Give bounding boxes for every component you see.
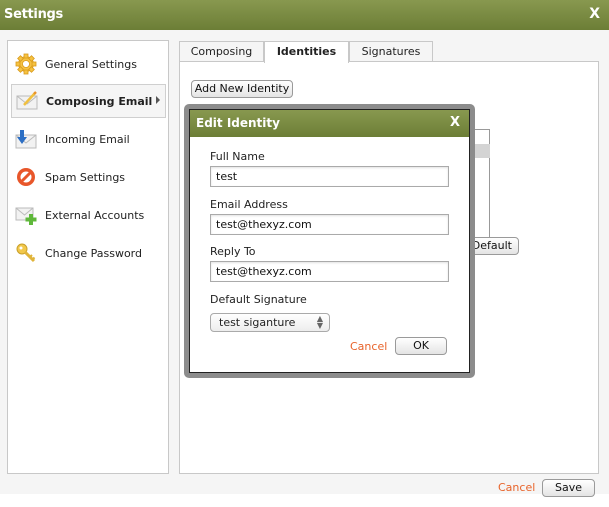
add-new-identity-button[interactable]: Add New Identity — [191, 80, 293, 98]
dialog-title: Edit Identity — [196, 116, 280, 130]
reply-to-label: Reply To — [210, 245, 256, 258]
compose-email-icon — [16, 90, 38, 112]
sidebar-item-change-password[interactable]: Change Password — [11, 236, 166, 270]
reply-to-input[interactable] — [210, 261, 449, 282]
chevron-right-icon — [156, 96, 160, 104]
full-name-input[interactable] — [210, 166, 449, 187]
sidebar-item-label: Incoming Email — [45, 132, 130, 146]
sidebar-item-external-accounts[interactable]: External Accounts — [11, 198, 166, 232]
sidebar-item-general-settings[interactable]: General Settings — [11, 47, 166, 81]
edit-identity-dialog-frame: Edit Identity X Full Name Email Address … — [184, 104, 475, 378]
sidebar-item-label: Composing Email — [46, 94, 153, 108]
no-entry-icon — [15, 166, 37, 188]
select-arrows-icon: ▲ ▼ — [316, 314, 323, 330]
email-address-label: Email Address — [210, 198, 288, 211]
sidebar-item-label: Change Password — [45, 246, 142, 260]
default-signature-select[interactable]: test siganture ▲ ▼ — [210, 313, 330, 332]
full-name-label: Full Name — [210, 150, 265, 163]
dialog-cancel-link[interactable]: Cancel — [350, 340, 387, 353]
edit-identity-dialog: Edit Identity X Full Name Email Address … — [189, 109, 470, 373]
dialog-ok-button[interactable]: OK — [395, 337, 447, 355]
tab-signatures[interactable]: Signatures — [349, 41, 433, 62]
cancel-link[interactable]: Cancel — [498, 481, 535, 494]
settings-sidebar: General Settings Composing Email Incomin… — [7, 40, 169, 474]
sidebar-item-incoming-email[interactable]: Incoming Email — [11, 122, 166, 156]
incoming-email-icon — [15, 128, 37, 150]
add-account-icon — [15, 204, 37, 226]
save-button[interactable]: Save — [542, 479, 595, 497]
window-title: Settings — [4, 7, 63, 22]
sidebar-item-composing-email[interactable]: Composing Email — [11, 84, 166, 118]
sidebar-item-spam-settings[interactable]: Spam Settings — [11, 160, 166, 194]
sidebar-item-label: External Accounts — [45, 208, 145, 222]
default-signature-value: test siganture — [219, 316, 296, 329]
window-titlebar: Settings X — [0, 0, 609, 30]
window-close-button[interactable]: X — [589, 6, 600, 22]
email-address-input[interactable] — [210, 214, 449, 235]
sidebar-item-label: Spam Settings — [45, 170, 126, 184]
key-icon — [15, 242, 37, 264]
tab-composing[interactable]: Composing — [179, 41, 264, 62]
sidebar-item-label: General Settings — [45, 57, 137, 71]
gear-icon — [15, 53, 37, 75]
tab-identities[interactable]: Identities — [264, 41, 349, 63]
default-signature-label: Default Signature — [210, 293, 307, 306]
dialog-close-button[interactable]: X — [450, 115, 460, 130]
dialog-header: Edit Identity X — [190, 110, 469, 137]
